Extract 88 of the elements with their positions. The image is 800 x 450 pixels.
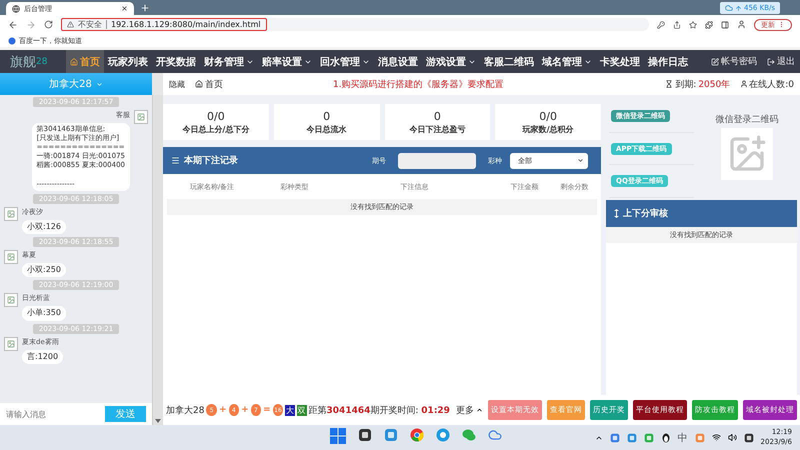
nav-item[interactable]: 卡奖处理 <box>596 50 644 73</box>
message-bubble: 言:1200 <box>22 350 64 364</box>
nav-item[interactable]: 客服二维码 <box>480 50 538 73</box>
game-name: 加拿大28 <box>166 404 204 416</box>
new-tab-icon[interactable] <box>140 3 150 13</box>
stat-value: 0/0 <box>539 110 557 122</box>
back-icon[interactable] <box>8 20 18 30</box>
nav-item[interactable]: 玩家列表 <box>104 50 152 73</box>
tray-icon[interactable] <box>744 432 754 442</box>
qr-title: 微信登录二维码 <box>716 114 778 126</box>
warning-icon <box>67 21 74 28</box>
menu-icon <box>171 156 180 165</box>
cloud-icon <box>725 4 734 12</box>
nav-item[interactable]: 消息设置 <box>374 50 422 73</box>
key-icon[interactable] <box>657 20 665 28</box>
nav-item[interactable]: 开奖数据 <box>152 50 200 73</box>
scroll-down-icon[interactable] <box>155 419 161 423</box>
volume-icon[interactable] <box>728 433 737 442</box>
result-tag: 大 <box>285 404 295 416</box>
panel-title: 本期下注记录 <box>184 154 238 167</box>
close-icon[interactable] <box>121 5 128 12</box>
logout-link[interactable]: 退出 <box>762 50 800 73</box>
message-bubble: 小双:250 <box>22 263 66 278</box>
operator-sign: + <box>241 405 249 415</box>
app-icon[interactable] <box>358 428 372 442</box>
stat-value: 0 <box>434 110 441 122</box>
message-bubble: 小双:126 <box>22 220 66 234</box>
image-icon <box>7 253 15 262</box>
url-text: 192.168.1.129:8080/main/index.html <box>111 20 261 29</box>
nav-item[interactable]: 游戏设置 <box>422 50 480 73</box>
stat-value: 0 <box>323 110 330 122</box>
nav-item[interactable]: 赔率设置 <box>258 50 316 73</box>
sort-icon <box>614 209 619 218</box>
stat-label: 玩家数/总积分 <box>522 124 574 134</box>
reload-icon[interactable] <box>44 20 53 29</box>
image-icon <box>137 113 145 121</box>
more-icon <box>778 21 785 28</box>
home-icon <box>195 80 203 88</box>
hourglass-icon <box>665 80 674 88</box>
more-link[interactable]: 更多 <box>456 404 474 416</box>
nav-item[interactable]: 回水管理 <box>316 50 374 73</box>
operator-sign: = <box>263 405 271 415</box>
home-icon <box>70 58 78 66</box>
operator-sign: + <box>218 405 227 415</box>
breadcrumb-home[interactable]: 首页 <box>195 78 223 90</box>
profile-icon[interactable] <box>737 20 746 29</box>
wifi-icon[interactable] <box>712 433 721 442</box>
message-bubble: 小单:350 <box>22 306 66 321</box>
scrollbar[interactable] <box>152 95 163 425</box>
notice-text: 1.购买源码进行搭建的《服务器》要求配置 <box>333 78 504 90</box>
address-field[interactable]: 不安全 192.168.1.129:8080/main/index.html <box>61 18 649 31</box>
cloud-icon[interactable] <box>488 428 502 442</box>
logout-icon <box>767 58 775 66</box>
countdown-text: 距第3041464期开奖时间: 01:29 <box>308 404 450 416</box>
nav-item[interactable]: 财务管理 <box>200 50 258 73</box>
stat-label: 今日下注总盈亏 <box>409 124 466 134</box>
security-label: 不安全 <box>78 19 102 30</box>
stat-value: 0/0 <box>207 110 225 122</box>
expiry-text: 到期: 2050年 <box>675 78 730 90</box>
online-count: 在线人数:0 <box>749 78 794 90</box>
user-icon <box>740 80 748 88</box>
nav-item[interactable]: 操作日志 <box>644 50 692 73</box>
image-icon <box>7 340 15 348</box>
nav-item[interactable]: 域名管理 <box>538 50 596 73</box>
image-icon <box>7 296 15 304</box>
hide-link[interactable]: 隐藏 <box>169 78 185 90</box>
windows-start-icon[interactable] <box>330 428 346 444</box>
caret-icon <box>577 157 584 164</box>
puzzle-icon[interactable] <box>705 20 713 28</box>
result-tag: 双 <box>296 404 307 416</box>
account-link[interactable]: 帐号密码 <box>706 50 762 73</box>
caret-icon <box>96 80 103 88</box>
tray-language[interactable]: 中 <box>678 430 688 444</box>
image-icon <box>7 210 15 218</box>
arrow-up-icon <box>735 4 742 12</box>
chrome-icon[interactable] <box>410 428 424 442</box>
issue-input[interactable] <box>398 152 476 168</box>
panel-title: 上下分审核 <box>623 207 668 220</box>
message-input[interactable]: 请输入消息 <box>0 403 102 425</box>
side-panel-icon[interactable] <box>721 20 729 28</box>
globe-icon <box>12 4 20 12</box>
stat-label: 今日总流水 <box>306 124 347 134</box>
browser-icon[interactable] <box>436 428 450 442</box>
edit-icon <box>711 58 719 66</box>
star-icon[interactable] <box>689 20 697 28</box>
chevron-up-icon[interactable] <box>476 406 483 414</box>
share-icon[interactable] <box>673 20 681 28</box>
stat-label: 今日总上分/总下分 <box>182 124 250 134</box>
